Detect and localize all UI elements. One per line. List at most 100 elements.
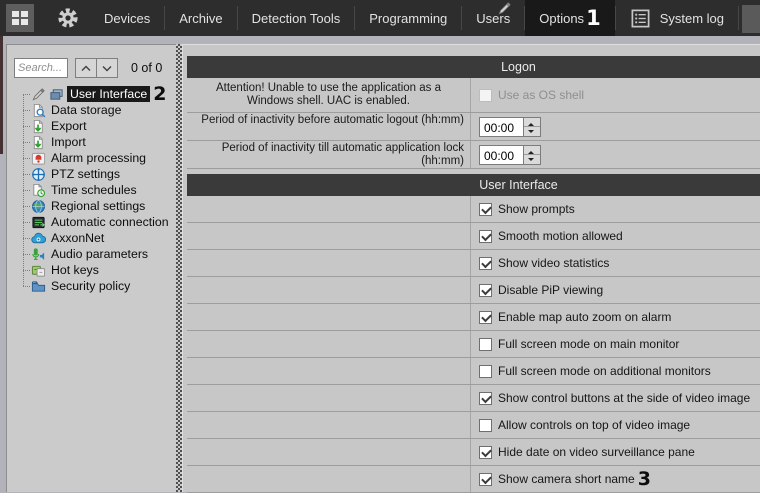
- sidebar-item-alarm-processing[interactable]: Alarm processing: [7, 150, 176, 166]
- option-row-right: Smooth motion allowed: [471, 223, 760, 249]
- checkbox-icon: [479, 88, 492, 102]
- sidebar-item-data-storage[interactable]: Data storage: [7, 102, 176, 118]
- menu-item-devices[interactable]: Devices: [90, 0, 164, 36]
- import-icon: [31, 135, 46, 150]
- spin-down-button[interactable]: [524, 155, 540, 164]
- tree-connector: [23, 141, 30, 143]
- menu-item-programming[interactable]: Programming: [355, 0, 461, 36]
- full-screen-mode-on-main-monitor-checkbox[interactable]: Full screen mode on main monitor: [479, 337, 679, 351]
- option-row-show-video-statistics: Show video statistics: [187, 250, 760, 277]
- option-row-full-screen-mode-on-additional-monitors: Full screen mode on additional monitors: [187, 358, 760, 385]
- option-row-right: Enable map auto zoom on alarm: [471, 304, 760, 330]
- checkbox-icon[interactable]: [479, 337, 492, 351]
- sidebar-item-label: Alarm processing: [51, 151, 146, 165]
- option-row-show-camera-short-name: Show camera short name 3: [187, 466, 760, 493]
- callout-1: 1: [586, 5, 601, 30]
- menu-item-archive[interactable]: Archive: [165, 0, 236, 36]
- checkbox-label: Enable map auto zoom on alarm: [498, 310, 672, 324]
- os-shell-cell: Use as OS shell: [471, 78, 760, 112]
- spinner-value[interactable]: 00:00: [480, 146, 523, 164]
- disable-pip-viewing-checkbox[interactable]: Disable PiP viewing: [479, 283, 603, 297]
- sidebar-item-axxonnet[interactable]: AxxonNet: [7, 230, 176, 246]
- sidebar-item-hot-keys[interactable]: Hot keys: [7, 262, 176, 278]
- checkbox-icon[interactable]: [479, 445, 492, 459]
- spinner-value[interactable]: 00:00: [480, 118, 523, 136]
- export-icon: [31, 119, 46, 134]
- search-next-button[interactable]: [96, 58, 118, 78]
- checkbox-icon[interactable]: [479, 472, 492, 486]
- show-camera-short-name-checkbox[interactable]: Show camera short name: [479, 472, 635, 486]
- spin-up-button[interactable]: [524, 146, 540, 155]
- logon-section-header: Logon: [187, 56, 760, 78]
- option-row-show-control-buttons-at-the-side-of-video-image: Show control buttons at the side of vide…: [187, 385, 760, 412]
- tree-connector: [23, 125, 30, 127]
- settings-gear-icon[interactable]: [56, 6, 80, 30]
- layout-tiles-button[interactable]: [6, 4, 34, 32]
- menu-item-detection-tools[interactable]: Detection Tools: [238, 0, 355, 36]
- option-row-right: Show camera short name 3: [471, 466, 760, 492]
- checkbox-label: Disable PiP viewing: [498, 283, 604, 297]
- checkbox-icon[interactable]: [479, 391, 492, 405]
- checkbox-icon[interactable]: [479, 229, 492, 243]
- checkbox-icon[interactable]: [479, 310, 492, 324]
- allow-controls-on-top-of-video-image-checkbox[interactable]: Allow controls on top of video image: [479, 418, 690, 432]
- sidebar-item-user-interface[interactable]: User Interface 2: [7, 84, 176, 103]
- sidebar-item-ptz-settings[interactable]: PTZ settings: [7, 166, 176, 182]
- search-input[interactable]: [14, 58, 68, 78]
- sidebar-item-label: Regional settings: [51, 199, 146, 213]
- checkbox-icon[interactable]: [479, 202, 492, 216]
- settings-panel: Logon Attention! Unable to use the appli…: [182, 44, 760, 493]
- menu-item-users[interactable]: Users: [462, 0, 524, 36]
- ui-section-title: User Interface: [479, 178, 558, 192]
- sidebar-item-time-schedules[interactable]: Time schedules: [7, 182, 176, 198]
- system-log-icon: [630, 8, 651, 29]
- option-row-left: [187, 277, 471, 303]
- menu-item-label: Programming: [369, 10, 448, 26]
- sidebar-item-import[interactable]: Import: [7, 134, 176, 150]
- checkbox-label: Full screen mode on additional monitors: [498, 364, 711, 378]
- show-prompts-checkbox[interactable]: Show prompts: [479, 202, 575, 216]
- checkbox-icon[interactable]: [479, 418, 492, 432]
- full-screen-mode-on-additional-monitors-checkbox[interactable]: Full screen mode on additional monitors: [479, 364, 711, 378]
- option-row-left: [187, 223, 471, 249]
- auto-lock-spinner[interactable]: 00:00: [479, 144, 541, 165]
- hide-date-on-video-surveillance-pane-checkbox[interactable]: Hide date on video surveillance pane: [479, 445, 695, 459]
- menu-item-system-log[interactable]: System log: [616, 0, 738, 36]
- enable-map-auto-zoom-on-alarm-checkbox[interactable]: Enable map auto zoom on alarm: [479, 310, 671, 324]
- sidebar-item-label: User Interface: [67, 86, 151, 102]
- menu-item-label: System log: [659, 10, 724, 26]
- sidebar-item-audio-parameters[interactable]: Audio parameters: [7, 246, 176, 262]
- sidebar-splitter[interactable]: [176, 44, 182, 492]
- search-match-counter: 0 of 0: [131, 61, 163, 75]
- menu-item-options[interactable]: Options 1: [525, 0, 615, 36]
- sidebar-item-automatic-connection[interactable]: Automatic connection: [7, 214, 176, 230]
- show-video-statistics-checkbox[interactable]: Show video statistics: [479, 256, 609, 270]
- spin-down-button[interactable]: [524, 127, 540, 136]
- auto-logout-label: Period of inactivity before automatic lo…: [187, 113, 471, 140]
- option-row-disable-pip-viewing: Disable PiP viewing: [187, 277, 760, 304]
- checkbox-icon[interactable]: [479, 364, 492, 378]
- checkbox-icon[interactable]: [479, 256, 492, 270]
- show-control-buttons-at-the-side-of-video-image-checkbox[interactable]: Show control buttons at the side of vide…: [479, 391, 750, 405]
- option-row-smooth-motion-allowed: Smooth motion allowed: [187, 223, 760, 250]
- option-row-right: Full screen mode on additional monitors: [471, 358, 760, 384]
- option-row-right: Allow controls on top of video image: [471, 412, 760, 438]
- sidebar-item-security-policy[interactable]: Security policy: [7, 278, 176, 294]
- os-shell-row: Attention! Unable to use the application…: [187, 78, 760, 113]
- checkbox-icon[interactable]: [479, 283, 492, 297]
- search-prev-button[interactable]: [75, 58, 97, 78]
- spin-up-button[interactable]: [524, 118, 540, 127]
- option-row-enable-map-auto-zoom-on-alarm: Enable map auto zoom on alarm: [187, 304, 760, 331]
- sidebar-item-regional-settings[interactable]: Regional settings: [7, 198, 176, 214]
- menu-separator: [738, 6, 739, 30]
- tree-connector: [23, 237, 30, 239]
- smooth-motion-allowed-checkbox[interactable]: Smooth motion allowed: [479, 229, 623, 243]
- option-row-allow-controls-on-top-of-video-image: Allow controls on top of video image: [187, 412, 760, 439]
- tree-connector: [23, 253, 30, 255]
- ui-options-list: Show prompts Smooth motion allowed Show vi…: [183, 196, 760, 493]
- settings-sidebar: 0 of 0 User Interface2Data storageExport…: [6, 44, 176, 492]
- topbar-right-button[interactable]: [742, 5, 760, 33]
- auto-logout-spinner[interactable]: 00:00: [479, 116, 541, 137]
- sidebar-item-export[interactable]: Export: [7, 118, 176, 134]
- settings-tree: User Interface 2 Data storage Export Import A…: [7, 84, 176, 294]
